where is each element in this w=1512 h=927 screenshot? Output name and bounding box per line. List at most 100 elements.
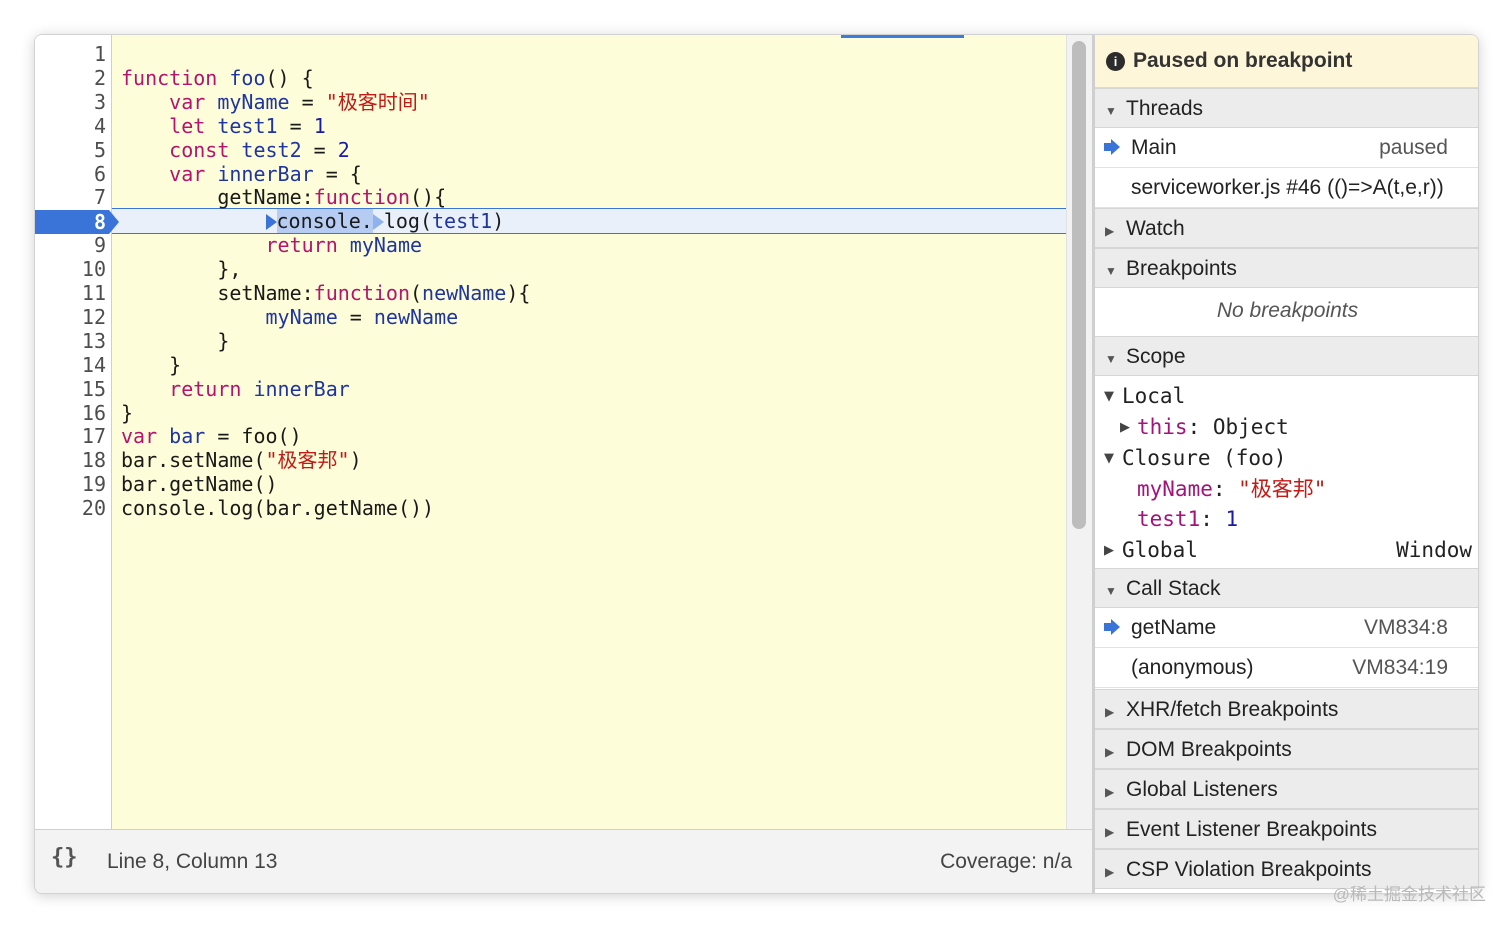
scope-test1[interactable]: test1: 1 (1095, 504, 1478, 535)
code-token: test1 (432, 209, 493, 234)
code-token: innerBar (217, 161, 314, 186)
line-number[interactable]: 1 (35, 42, 106, 66)
call-frame-getname[interactable]: getName VM834:8 (1095, 608, 1478, 648)
scope-label: Local (1122, 384, 1186, 408)
line-number[interactable]: 3 (35, 90, 106, 114)
code-line: getName:function(){ (121, 185, 446, 209)
chevron-right-icon: ▶ (1105, 745, 1115, 759)
code-token: console.log(bar.getName()) (121, 496, 435, 521)
paused-message: Paused on breakpoint (1133, 49, 1353, 72)
section-label: DOM Breakpoints (1126, 738, 1292, 761)
scope-closure[interactable]: ▼ Closure (foo) (1095, 443, 1478, 474)
scope-this[interactable]: ▶ this: Object (1095, 412, 1478, 443)
code-token: myName (265, 304, 338, 329)
line-number[interactable]: 12 (35, 305, 106, 329)
code-token: "极客时间" (325, 89, 430, 114)
inline-breakpoint-icon[interactable] (265, 214, 277, 231)
code-token: bar.setName( (121, 448, 266, 473)
line-number[interactable]: 4 (35, 114, 106, 138)
line-number[interactable]: 18 (35, 448, 106, 472)
threads-section-header[interactable]: ▼ Threads (1095, 88, 1478, 128)
line-number-gutter[interactable]: 1234567891011121314151617181920 (35, 35, 112, 829)
section-label: Watch (1126, 217, 1185, 240)
code-token: innerBar (253, 376, 350, 401)
thread-item-serviceworker[interactable]: serviceworker.js #46 (()=>A(t,e,r)) (1095, 168, 1478, 208)
code-token: = (301, 137, 338, 162)
line-number[interactable]: 5 (35, 138, 106, 162)
line-number[interactable]: 11 (35, 281, 106, 305)
scope-label: Global (1122, 538, 1198, 562)
line-number[interactable]: 15 (35, 377, 106, 401)
line-number[interactable]: 2 (35, 66, 106, 90)
breakpoints-section-header[interactable]: ▼ Breakpoints (1095, 248, 1478, 288)
frame-name: (anonymous) (1131, 656, 1254, 679)
call-stack-section-header[interactable]: ▼ Call Stack (1095, 568, 1478, 608)
property-key: myName (1137, 477, 1213, 501)
line-number[interactable]: 6 (35, 162, 106, 186)
code-token: = (289, 89, 326, 114)
thread-name: serviceworker.js #46 (()=>A(t,e,r)) (1131, 176, 1444, 199)
chevron-right-icon: ▶ (1105, 785, 1115, 799)
code-token: return (169, 376, 254, 401)
frame-location[interactable]: VM834:19 (1352, 656, 1448, 680)
section-label: Global Listeners (1126, 778, 1278, 801)
chevron-down-icon: ▼ (1104, 451, 1114, 466)
code-line: console. log(test1) (121, 209, 504, 234)
frame-name: getName (1131, 616, 1217, 639)
line-number[interactable]: 20 (35, 496, 106, 520)
watermark: @稀土掘金技术社区 (1332, 885, 1486, 904)
code-line: myName = newName (121, 304, 459, 329)
chevron-down-icon: ▼ (1104, 389, 1114, 404)
coverage-status[interactable]: Coverage: n/a (940, 850, 1072, 874)
code-editor[interactable]: 1234567891011121314151617181920 8 functi… (35, 35, 1092, 829)
scope-section-header[interactable]: ▼ Scope (1095, 336, 1478, 376)
code-token: 2 (337, 137, 350, 162)
line-number[interactable]: 17 (35, 424, 106, 448)
code-token: = (277, 113, 314, 138)
scope-global[interactable]: ▶ Global Window (1095, 535, 1478, 566)
code-token: function (121, 65, 230, 90)
line-number[interactable]: 19 (35, 472, 106, 496)
inline-breakpoint-icon[interactable] (372, 214, 384, 231)
xhr-breakpoints-section-header[interactable]: ▶ XHR/fetch Breakpoints (1095, 689, 1478, 729)
code-line: const test2 = 2 (121, 138, 350, 162)
no-breakpoints-message: No breakpoints (1216, 299, 1359, 322)
chevron-down-icon: ▼ (1105, 104, 1117, 118)
editor-status-bar: {} Line 8, Column 13 Coverage: n/a (35, 829, 1092, 893)
code-token: = (337, 304, 374, 329)
chevron-right-icon: ▶ (1105, 705, 1115, 719)
frame-location[interactable]: VM834:8 (1364, 616, 1448, 640)
line-number[interactable]: 16 (35, 401, 106, 425)
thread-state: paused (1379, 136, 1448, 159)
code-token: } (121, 352, 182, 377)
global-listeners-section-header[interactable]: ▶ Global Listeners (1095, 769, 1478, 809)
tab-indicator (841, 35, 964, 38)
dom-breakpoints-section-header[interactable]: ▶ DOM Breakpoints (1095, 729, 1478, 769)
scope-local[interactable]: ▼ Local (1095, 381, 1478, 412)
chevron-down-icon: ▼ (1105, 352, 1117, 366)
line-number[interactable]: 10 (35, 257, 106, 281)
editor-scrollbar-thumb[interactable] (1072, 41, 1086, 529)
line-number[interactable]: 9 (35, 233, 106, 257)
watch-section-header[interactable]: ▶ Watch (1095, 208, 1478, 248)
scope-myname[interactable]: myName: "极客邦" (1095, 474, 1478, 505)
thread-name: Main (1131, 136, 1177, 159)
thread-item-main[interactable]: Main paused (1095, 128, 1478, 168)
chevron-down-icon: ▼ (1105, 264, 1117, 278)
line-number[interactable]: 7 (35, 185, 106, 209)
code-token: ( (409, 281, 423, 305)
code-token: test2 (241, 137, 302, 162)
current-pointer-icon (1103, 138, 1121, 162)
current-line-number: 8 (93, 210, 106, 234)
section-label: Threads (1126, 97, 1204, 120)
line-number[interactable]: 14 (35, 353, 106, 377)
code-token: = { (313, 161, 362, 186)
code-token: var (169, 161, 218, 186)
pretty-print-icon[interactable]: {} (51, 845, 78, 870)
event-listener-breakpoints-section-header[interactable]: ▶ Event Listener Breakpoints (1095, 809, 1478, 849)
section-label: Event Listener Breakpoints (1126, 818, 1377, 841)
call-frame-anonymous[interactable]: (anonymous) VM834:19 (1095, 648, 1478, 688)
line-number[interactable]: 13 (35, 329, 106, 353)
